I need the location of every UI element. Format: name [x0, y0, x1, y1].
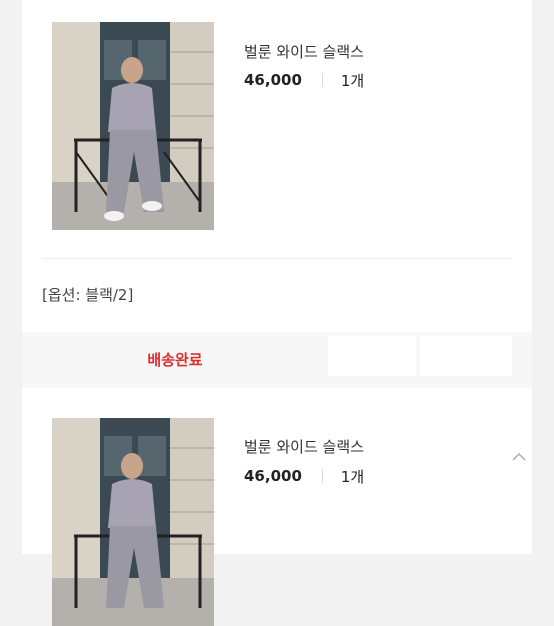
- product-thumbnail[interactable]: [52, 22, 214, 230]
- product-quantity: 1개: [340, 467, 365, 486]
- product-meta: 46,000 1개: [244, 466, 364, 486]
- product-name[interactable]: 벌룬 와이드 슬랙스: [244, 436, 364, 457]
- product-price: 46,000: [244, 467, 302, 485]
- meta-separator: [321, 469, 323, 483]
- product-name[interactable]: 벌룬 와이드 슬랙스: [244, 41, 364, 62]
- product-price: 46,000: [244, 71, 302, 89]
- card-divider: [42, 258, 512, 259]
- order-action-button-secondary[interactable]: [420, 336, 512, 376]
- meta-separator: [321, 73, 323, 87]
- order-action-button[interactable]: [328, 336, 416, 376]
- product-option: [옵션: 블랙/2]: [42, 286, 134, 304]
- product-thumbnail[interactable]: [52, 418, 214, 626]
- delivery-status-label: 배송완료: [147, 351, 203, 369]
- product-photo: [52, 418, 214, 626]
- chevron-up-icon: [512, 452, 526, 461]
- delivery-status-bar: 배송완료: [22, 332, 532, 388]
- order-item-card: 벌룬 와이드 슬랙스 46,000 1개 [옵션: 블랙/2]: [22, 0, 532, 332]
- product-meta: 46,000 1개: [244, 70, 364, 90]
- product-photo: [52, 22, 214, 230]
- scroll-top-button[interactable]: [505, 445, 533, 469]
- order-item-card: 벌룬 와이드 슬랙스 46,000 1개: [22, 388, 532, 626]
- product-quantity: 1개: [340, 71, 365, 90]
